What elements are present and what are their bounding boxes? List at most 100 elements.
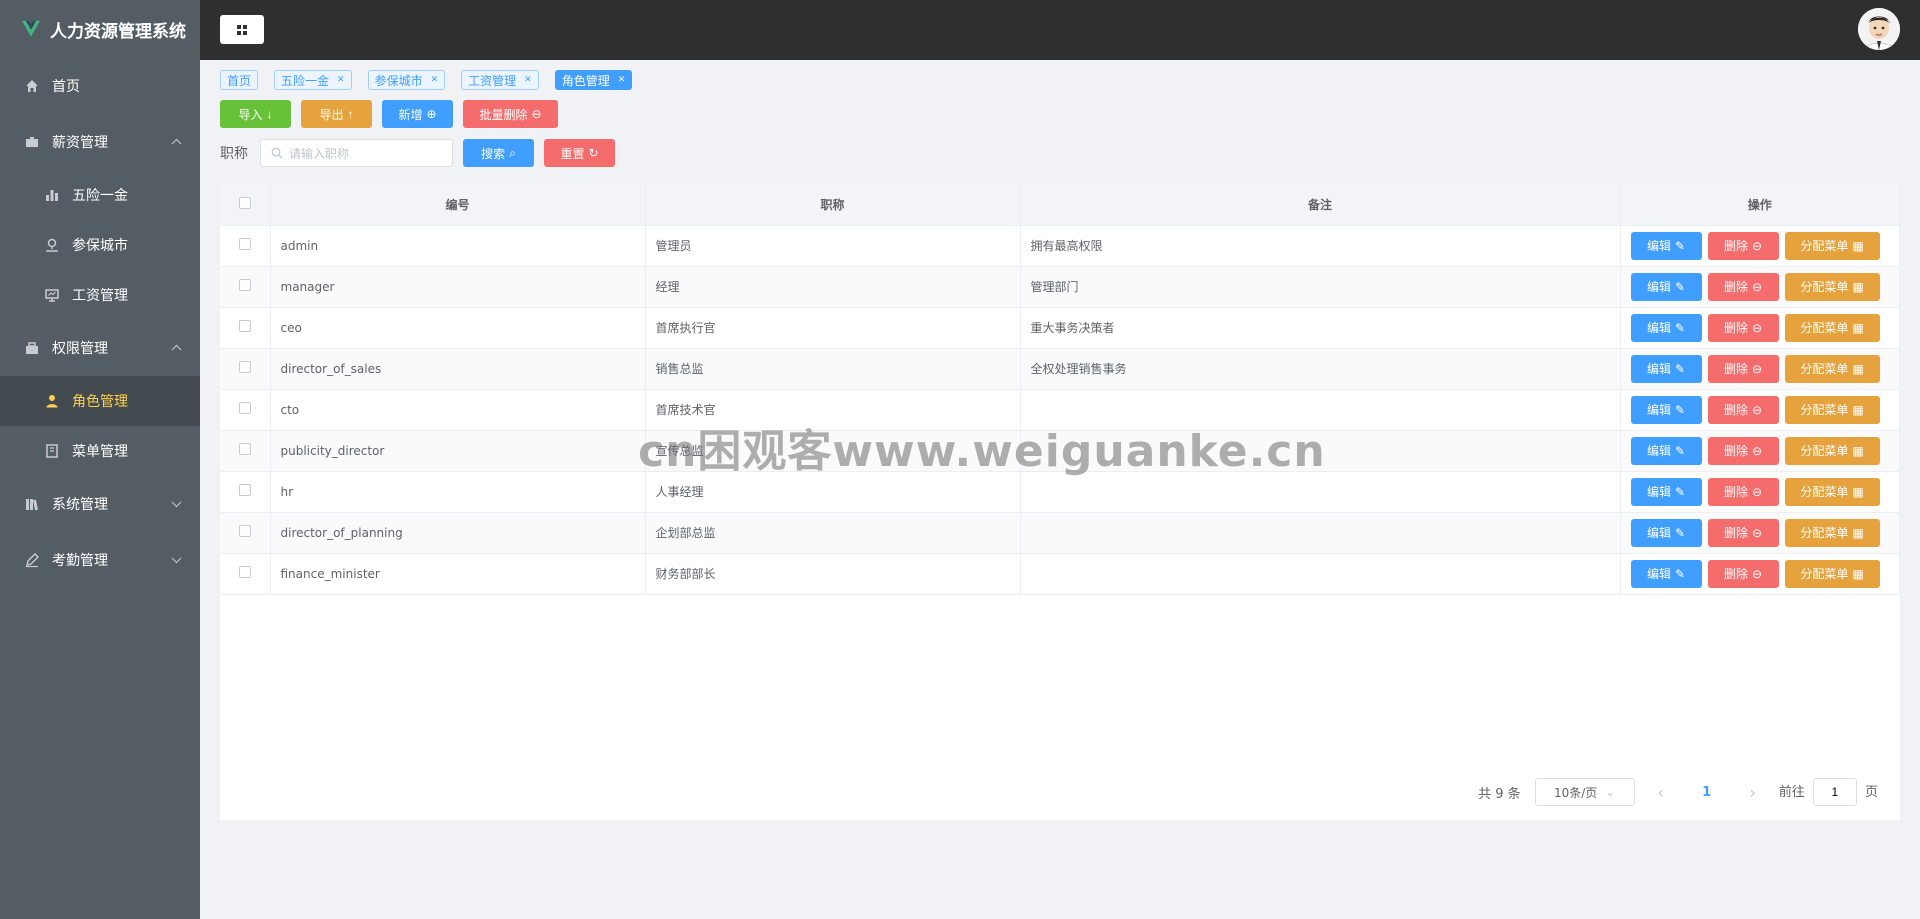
next-page-button[interactable]: › xyxy=(1741,783,1765,802)
delete-button[interactable]: 删除 ⊖ xyxy=(1707,354,1779,383)
edit-button[interactable]: 编辑 ✎ xyxy=(1630,354,1702,383)
delete-button[interactable]: 删除 ⊖ xyxy=(1707,272,1779,301)
tab-label: 首页 xyxy=(227,73,252,88)
refresh-icon: ↻ xyxy=(588,146,599,160)
row-select-cell xyxy=(220,389,271,431)
delete-button[interactable]: 删除 ⊖ xyxy=(1707,231,1779,260)
delete-button[interactable]: 删除 ⊖ xyxy=(1707,559,1779,588)
edit-button[interactable]: 编辑 ✎ xyxy=(1630,559,1702,588)
cell-note: 重大事务决策者 xyxy=(1020,307,1621,349)
edit-icon: ✎ xyxy=(1674,566,1686,581)
assign-menu-button[interactable]: 分配菜单 ▦ xyxy=(1784,518,1880,547)
edit-button[interactable]: 编辑 ✎ xyxy=(1630,313,1702,342)
assign-menu-button[interactable]: 分配菜单 ▦ xyxy=(1784,436,1880,465)
sidebar-item-insurance[interactable]: 五险一金 xyxy=(0,170,200,220)
close-icon[interactable]: ✕ xyxy=(337,75,345,85)
edit-button[interactable]: 编辑 ✎ xyxy=(1630,272,1702,301)
close-icon[interactable]: ✕ xyxy=(618,75,626,85)
assign-menu-button[interactable]: 分配菜单 ▦ xyxy=(1784,313,1880,342)
sidebar-item-menu-management[interactable]: 菜单管理 xyxy=(0,426,200,476)
row-select-cell xyxy=(220,225,271,267)
delete-button[interactable]: 删除 ⊖ xyxy=(1707,436,1779,465)
grid-icon: ▦ xyxy=(1852,443,1864,458)
user-avatar[interactable] xyxy=(1858,8,1900,50)
sidebar-item-permission[interactable]: 权限管理 xyxy=(0,320,200,376)
edit-button[interactable]: 编辑 ✎ xyxy=(1630,477,1702,506)
sidebar-item-salary-management[interactable]: 工资管理 xyxy=(0,270,200,320)
row-checkbox[interactable] xyxy=(238,361,251,373)
search-bar: 职称 请输入职称 搜索 ⌕ 重置 ↻ xyxy=(220,139,615,167)
reset-button[interactable]: 重置 ↻ xyxy=(544,139,615,167)
edit-label: 编辑 xyxy=(1646,403,1671,417)
grid-icon: ▦ xyxy=(1852,238,1864,253)
search-button[interactable]: 搜索 ⌕ xyxy=(463,139,534,167)
sidebar-item-label: 权限管理 xyxy=(52,341,108,357)
sidebar-item-salary[interactable]: 薪资管理 xyxy=(0,114,200,170)
assign-menu-button[interactable]: 分配菜单 ▦ xyxy=(1784,272,1880,301)
row-checkbox[interactable] xyxy=(238,484,251,496)
delete-label: 删除 xyxy=(1723,239,1748,253)
edit-button[interactable]: 编辑 ✎ xyxy=(1630,231,1702,260)
delete-button[interactable]: 删除 ⊖ xyxy=(1707,477,1779,506)
sidebar-item-home[interactable]: 首页 xyxy=(0,58,200,114)
delete-button[interactable]: 删除 ⊖ xyxy=(1707,313,1779,342)
row-checkbox[interactable] xyxy=(238,320,251,332)
edit-button[interactable]: 编辑 ✎ xyxy=(1630,518,1702,547)
assign-menu-button[interactable]: 分配菜单 ▦ xyxy=(1784,559,1880,588)
row-checkbox[interactable] xyxy=(238,279,251,291)
minus-circle-icon: ⊖ xyxy=(1751,566,1763,581)
app-logo[interactable]: 人力资源管理系统 xyxy=(0,0,200,58)
sidebar-toggle-button[interactable] xyxy=(220,15,264,44)
prev-page-button[interactable]: ‹ xyxy=(1649,783,1673,802)
current-page[interactable]: 1 xyxy=(1687,785,1727,800)
edit-button[interactable]: 编辑 ✎ xyxy=(1630,395,1702,424)
sidebar-item-insured-city[interactable]: 参保城市 xyxy=(0,220,200,270)
select-all-cell xyxy=(220,184,271,226)
sidebar-item-system[interactable]: 系统管理 xyxy=(0,476,200,532)
close-icon[interactable]: ✕ xyxy=(524,75,532,85)
tab-role-management[interactable]: 角色管理 ✕ xyxy=(554,70,633,90)
batch-delete-button[interactable]: 批量删除 ⊖ xyxy=(463,100,558,128)
table-row: manager 经理 管理部门 编辑 ✎ 删除 ⊖ 分配菜单 ▦ xyxy=(220,266,1900,308)
cell-code: cto xyxy=(270,389,646,431)
edit-button[interactable]: 编辑 ✎ xyxy=(1630,436,1702,465)
cell-actions: 编辑 ✎ 删除 ⊖ 分配菜单 ▦ xyxy=(1620,307,1900,349)
assign-label: 分配菜单 xyxy=(1800,567,1849,581)
tab-salary-management[interactable]: 工资管理 ✕ xyxy=(461,70,539,90)
close-icon[interactable]: ✕ xyxy=(431,75,439,85)
tab-insured-city[interactable]: 参保城市 ✕ xyxy=(367,70,446,90)
table-row: admin 管理员 拥有最高权限 编辑 ✎ 删除 ⊖ 分配菜单 ▦ xyxy=(220,225,1900,267)
assign-menu-button[interactable]: 分配菜单 ▦ xyxy=(1784,395,1880,424)
row-select-cell xyxy=(220,266,271,308)
delete-label: 删除 xyxy=(1723,403,1748,417)
row-checkbox[interactable] xyxy=(238,525,251,537)
tab-home[interactable]: 首页 xyxy=(220,70,259,90)
row-checkbox[interactable] xyxy=(238,566,251,578)
sidebar-item-role-management[interactable]: 角色管理 xyxy=(0,376,200,426)
delete-button[interactable]: 删除 ⊖ xyxy=(1707,395,1779,424)
goto-page: 前往 页 xyxy=(1779,778,1878,806)
row-checkbox[interactable] xyxy=(238,238,251,250)
goto-page-input[interactable] xyxy=(1812,778,1857,806)
import-button[interactable]: 导入 ↓ xyxy=(220,100,291,128)
sidebar-item-label: 菜单管理 xyxy=(72,444,128,460)
arrow-up-icon: ↑ xyxy=(347,107,354,121)
tab-insurance[interactable]: 五险一金 ✕ xyxy=(274,70,352,90)
grid-icon: ▦ xyxy=(1852,525,1864,540)
sidebar-item-attendance[interactable]: 考勤管理 xyxy=(0,532,200,588)
role-table: 编号 职称 备注 操作 admin 管理员 拥有最高权限 编辑 ✎ 删除 ⊖ 分配菜单 ▦ man… xyxy=(220,184,1900,820)
assign-menu-button[interactable]: 分配菜单 ▦ xyxy=(1784,477,1880,506)
row-checkbox[interactable] xyxy=(238,443,251,455)
page-size-select[interactable]: 10条/页 ⌄ xyxy=(1534,778,1635,806)
assign-menu-button[interactable]: 分配菜单 ▦ xyxy=(1784,354,1880,383)
edit-label: 编辑 xyxy=(1646,280,1671,294)
delete-button[interactable]: 删除 ⊖ xyxy=(1707,518,1779,547)
export-button[interactable]: 导出 ↑ xyxy=(301,100,372,128)
assign-menu-button[interactable]: 分配菜单 ▦ xyxy=(1784,231,1880,260)
select-all-checkbox[interactable] xyxy=(238,196,251,209)
row-checkbox[interactable] xyxy=(238,402,251,414)
cell-actions: 编辑 ✎ 删除 ⊖ 分配菜单 ▦ xyxy=(1620,553,1900,595)
search-input[interactable]: 请输入职称 xyxy=(260,139,453,167)
edit-label: 编辑 xyxy=(1646,444,1671,458)
add-button[interactable]: 新增 ⊕ xyxy=(382,100,453,128)
